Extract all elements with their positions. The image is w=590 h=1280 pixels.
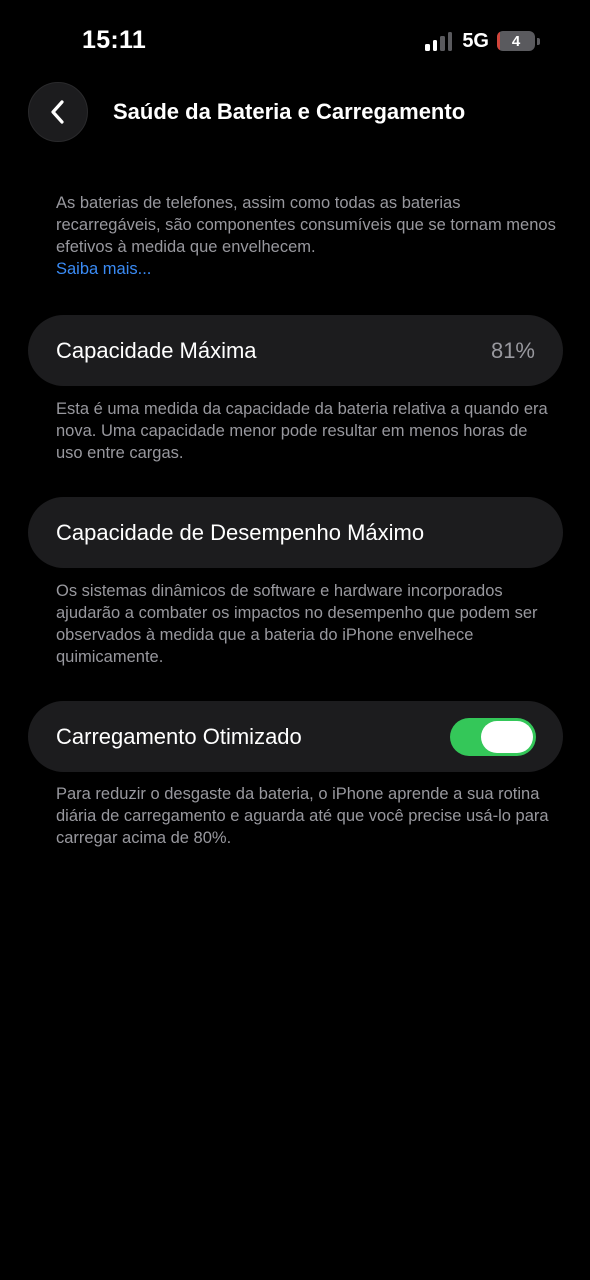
maximum-capacity-value: 81%: [490, 337, 535, 363]
status-time: 15:11: [82, 26, 147, 54]
signal-bar: [440, 36, 445, 51]
peak-performance-row: Capacidade de Desempenho Máximo: [28, 497, 563, 568]
status-indicators: 5G 4: [425, 28, 540, 54]
signal-bar: [447, 32, 453, 51]
intro-text: As baterias de telefones, assim como tod…: [56, 194, 556, 256]
signal-bar: [425, 44, 430, 51]
battery-fill: [497, 31, 501, 51]
navigation-bar: Saúde da Bateria e Carregamento: [0, 82, 590, 142]
maximum-capacity-footnote: Esta é uma medida da capacidade da bater…: [56, 400, 548, 462]
peak-performance-label: Capacidade de Desempenho Máximo: [56, 519, 425, 545]
network-type: 5G: [462, 29, 489, 52]
signal-bar: [432, 40, 438, 51]
maximum-capacity-label: Capacidade Máxima: [56, 337, 257, 363]
optimized-charging-toggle[interactable]: [450, 717, 536, 756]
cellular-signal-icon: [425, 31, 453, 51]
maximum-capacity-row: Capacidade Máxima 81%: [28, 315, 563, 386]
back-button[interactable]: [28, 82, 88, 142]
optimized-charging-label: Carregamento Otimizado: [56, 723, 302, 749]
optimized-charging-row: Carregamento Otimizado: [28, 701, 563, 772]
page-title: Saúde da Bateria e Carregamento: [113, 99, 466, 124]
battery-nub: [537, 37, 540, 45]
battery-icon: 4: [497, 31, 535, 51]
optimized-charging-footnote: Para reduzir o desgaste da bateria, o iP…: [56, 785, 549, 847]
toggle-knob: [481, 720, 533, 753]
chevron-left-icon: [51, 100, 64, 124]
status-bar: 15:11 5G 4: [0, 0, 590, 84]
peak-performance-footnote: Os sistemas dinâmicos de software e hard…: [56, 582, 538, 666]
learn-more-link[interactable]: Saiba mais...: [56, 258, 556, 280]
battery-level: 4: [511, 32, 521, 50]
intro-section: As baterias de telefones, assim como tod…: [56, 192, 556, 280]
